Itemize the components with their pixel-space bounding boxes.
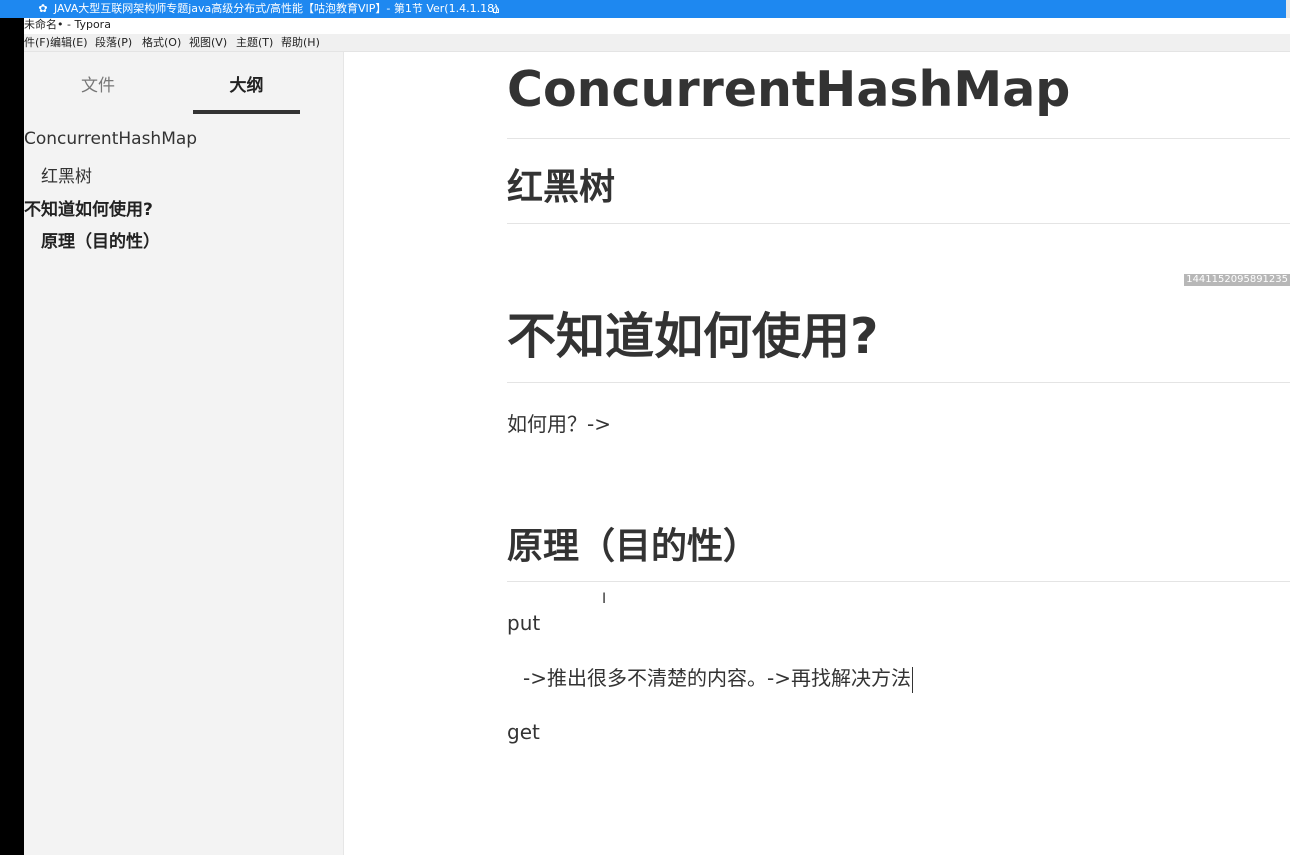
floating-id-label: 1441152095891235 bbox=[1184, 274, 1290, 286]
outline-item-concurrenthashmap[interactable]: ConcurrentHashMap bbox=[24, 129, 197, 149]
menu-bar: 件(F) 编辑(E) 段落(P) 格式(O) 视图(V) 主题(T) 帮助(H) bbox=[24, 34, 1290, 52]
menu-paragraph[interactable]: 段落(P) bbox=[95, 34, 132, 52]
menu-theme[interactable]: 主题(T) bbox=[236, 34, 273, 52]
paragraph-howto[interactable]: 如何用？-> bbox=[507, 410, 1290, 438]
tab-files[interactable]: 文件 bbox=[44, 72, 152, 112]
menu-edit[interactable]: 编辑(E) bbox=[50, 34, 88, 52]
heading-divider bbox=[507, 382, 1290, 383]
heading-divider bbox=[507, 138, 1290, 139]
heading-rbtree[interactable]: 红黑树 bbox=[507, 166, 1290, 210]
heading-principle[interactable]: 原理（目的性） bbox=[507, 525, 1290, 569]
outline-item-rbtree[interactable]: 红黑树 bbox=[41, 162, 92, 187]
paragraph-arrow-text: ->推出很多不清楚的内容。->再找解决方法 bbox=[523, 666, 911, 690]
outline-item-principle[interactable]: 原理（目的性） bbox=[41, 227, 160, 252]
typora-window: 未命名• - Typora 件(F) 编辑(E) 段落(P) 格式(O) 视图(… bbox=[24, 18, 1290, 855]
sidebar: 文件 大纲 ConcurrentHashMap 红黑树 不知道如何使用? 原理（… bbox=[24, 52, 344, 855]
outline-item-howto[interactable]: 不知道如何使用? bbox=[24, 195, 153, 220]
heading-howto[interactable]: 不知道如何使用? bbox=[507, 307, 1290, 367]
titlebar-edge bbox=[1286, 0, 1290, 18]
menu-format[interactable]: 格式(O) bbox=[142, 34, 181, 52]
tab-outline[interactable]: 大纲 bbox=[193, 72, 300, 114]
app-icon: ✿ bbox=[38, 2, 48, 15]
document-title: 未命名• - Typora bbox=[24, 18, 1290, 34]
paragraph-get[interactable]: get bbox=[507, 718, 1290, 746]
window-title: JAVA大型互联网架构师专题java高级分布式/高性能【咕泡教育VIP】- 第1… bbox=[54, 2, 499, 15]
paragraph-arrow-line[interactable]: ->推出很多不清楚的内容。->再找解决方法 bbox=[523, 664, 1290, 693]
heading-concurrenthashmap[interactable]: ConcurrentHashMap bbox=[507, 60, 1290, 120]
menu-file[interactable]: 件(F) bbox=[24, 34, 50, 52]
menu-help[interactable]: 帮助(H) bbox=[281, 34, 320, 52]
heading-divider bbox=[507, 581, 1290, 582]
ibeam-cursor-icon: I bbox=[602, 591, 607, 607]
home-icon[interactable]: ⌂ bbox=[492, 0, 506, 18]
text-caret bbox=[911, 666, 913, 693]
heading-divider bbox=[507, 223, 1290, 224]
menu-view[interactable]: 视图(V) bbox=[189, 34, 227, 52]
editor-area[interactable]: ConcurrentHashMap 红黑树 1441152095891235 不… bbox=[345, 52, 1290, 855]
window-titlebar: ✿ JAVA大型互联网架构师专题java高级分布式/高性能【咕泡教育VIP】- … bbox=[0, 0, 1290, 18]
paragraph-put[interactable]: put bbox=[507, 609, 1290, 637]
